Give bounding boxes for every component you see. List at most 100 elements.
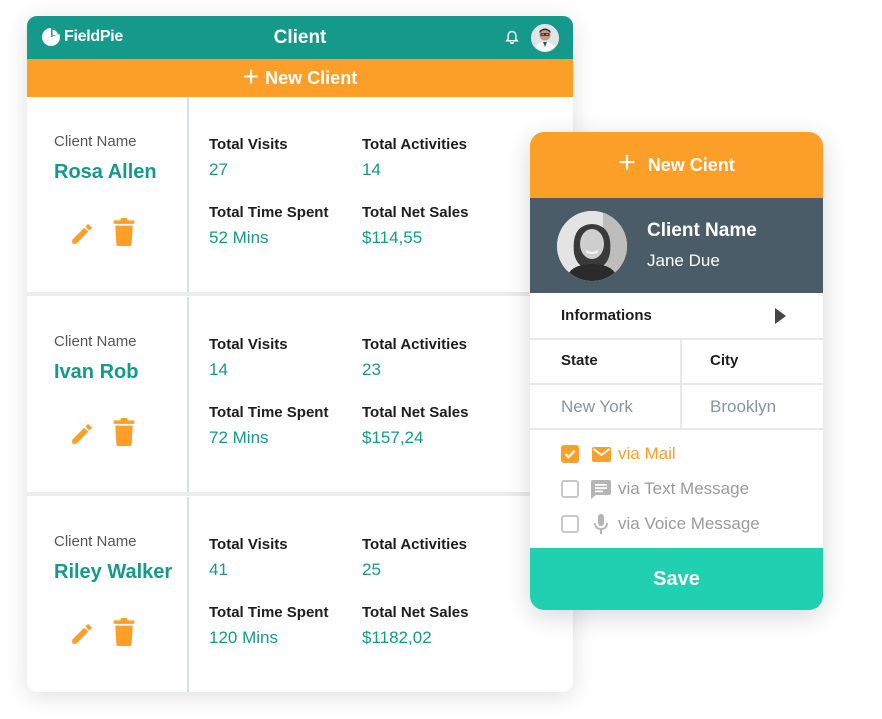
stat-value: 14: [362, 160, 381, 179]
contact-option-mail[interactable]: via Mail: [561, 444, 676, 464]
checkbox-unchecked[interactable]: [561, 515, 579, 533]
stat-total-net-sales: Total Net Sales $1182,02: [362, 604, 468, 648]
stat-value: 27: [209, 160, 228, 179]
profile-name: Jane Due: [647, 251, 720, 270]
client-identity: Client Name Rosa Allen: [27, 97, 187, 292]
stat-value: 41: [209, 560, 228, 579]
city-field[interactable]: Brooklyn: [680, 385, 823, 428]
pie-chart-icon: [42, 27, 60, 46]
stat-total-activities: Total Activities 25: [362, 536, 467, 580]
client-row[interactable]: Client Name Rosa Allen Total Visits 27 T…: [27, 97, 573, 292]
plus-icon: +: [618, 146, 636, 179]
stat-label: Total Net Sales: [362, 204, 469, 221]
stat-label: Total Time Spent: [209, 204, 329, 221]
stat-value: $114,55: [362, 228, 423, 247]
state-header: State: [530, 340, 680, 383]
contact-option-label: via Voice Message: [618, 514, 760, 533]
profile-label: Client Name: [647, 220, 757, 241]
stat-total-net-sales: Total Net Sales $114,55: [362, 204, 468, 248]
pencil-icon[interactable]: [69, 221, 95, 252]
stat-value: $1182,02: [362, 628, 432, 647]
stat-label: Total Activities: [362, 336, 468, 353]
pencil-icon[interactable]: [69, 421, 95, 452]
microphone-icon: [590, 514, 612, 534]
top-bar: FieldPie Client: [27, 16, 573, 59]
user-avatar[interactable]: [531, 24, 559, 52]
stat-total-net-sales: Total Net Sales $157,24: [362, 404, 468, 448]
state-field[interactable]: New York: [530, 385, 680, 428]
trash-icon[interactable]: [112, 418, 136, 451]
location-value-row: New York Brooklyn: [530, 385, 823, 430]
city-label: City: [710, 352, 739, 369]
contact-option-voice[interactable]: via Voice Message: [561, 514, 760, 534]
stat-value: 14: [209, 360, 228, 379]
mail-icon: [590, 444, 612, 464]
plus-icon: +: [242, 61, 260, 92]
card-header-title: New Cient: [647, 154, 735, 175]
stat-label: Total Visits: [209, 336, 288, 353]
stat-label: Total Time Spent: [209, 404, 329, 421]
client-row[interactable]: Client Name Riley Walker Total Visits 41…: [27, 497, 573, 692]
client-row[interactable]: Client Name Ivan Rob Total Visits 14 Tot…: [27, 297, 573, 492]
stat-value: 52 Mins: [209, 228, 269, 247]
new-client-card: + New Cient Client Name Jane Due Informa…: [530, 132, 823, 610]
save-button[interactable]: Save: [530, 548, 823, 610]
stat-label: Total Activities: [362, 536, 468, 553]
stat-value: 72 Mins: [209, 428, 269, 447]
new-client-label: New Client: [265, 67, 358, 88]
stat-label: Total Visits: [209, 536, 288, 553]
stat-total-time: Total Time Spent 52 Mins: [209, 204, 328, 248]
column-divider: [187, 97, 189, 292]
client-avatar[interactable]: [557, 211, 627, 281]
client-name[interactable]: Riley Walker: [54, 561, 172, 584]
state-value: New York: [561, 397, 633, 416]
pencil-icon[interactable]: [69, 621, 95, 652]
client-identity: Client Name Ivan Rob: [27, 297, 187, 492]
stat-total-time: Total Time Spent 72 Mins: [209, 404, 328, 448]
bell-icon[interactable]: [505, 30, 519, 50]
stat-label: Total Visits: [209, 136, 288, 153]
contact-option-label: via Text Message: [618, 479, 750, 498]
client-name[interactable]: Ivan Rob: [54, 361, 138, 384]
trash-icon[interactable]: [112, 218, 136, 251]
row-divider: [27, 492, 573, 496]
stat-total-activities: Total Activities 14: [362, 136, 467, 180]
column-divider: [187, 497, 189, 692]
stat-total-visits: Total Visits 41: [209, 536, 288, 580]
contact-option-text[interactable]: via Text Message: [561, 479, 749, 499]
client-name-label: Client Name: [54, 133, 137, 150]
stat-total-visits: Total Visits 14: [209, 336, 288, 380]
state-label: State: [561, 352, 598, 369]
location-header-row: State City: [530, 340, 823, 385]
stat-value: 120 Mins: [209, 628, 278, 647]
informations-row[interactable]: Informations: [530, 293, 823, 340]
city-header: City: [680, 340, 823, 383]
stat-label: Total Time Spent: [209, 604, 329, 621]
stat-value: 23: [362, 360, 381, 379]
chat-icon: [590, 479, 612, 499]
play-arrow-icon[interactable]: [775, 308, 786, 324]
stat-value: $157,24: [362, 428, 424, 447]
column-divider: [187, 297, 189, 492]
client-profile: Client Name Jane Due: [530, 198, 823, 293]
logo-text: FieldPie: [64, 28, 123, 45]
brand-logo[interactable]: FieldPie: [41, 27, 123, 47]
client-app-window: FieldPie Client + New Client Client Name…: [27, 16, 573, 692]
stat-total-visits: Total Visits 27: [209, 136, 288, 180]
informations-label: Informations: [561, 307, 652, 324]
card-header: + New Cient: [530, 132, 823, 198]
city-value: Brooklyn: [710, 397, 777, 416]
trash-icon[interactable]: [112, 618, 136, 651]
stat-total-time: Total Time Spent 120 Mins: [209, 604, 328, 648]
client-name[interactable]: Rosa Allen: [54, 161, 157, 184]
contact-preferences: via Mail via Text Message via Voice Mess…: [530, 430, 823, 546]
page-title: Client: [273, 26, 327, 48]
new-client-button[interactable]: + New Client: [27, 59, 573, 97]
checkbox-checked[interactable]: [561, 445, 579, 463]
checkbox-unchecked[interactable]: [561, 480, 579, 498]
stat-label: Total Net Sales: [362, 404, 469, 421]
stat-value: 25: [362, 560, 381, 579]
stat-label: Total Net Sales: [362, 604, 469, 621]
row-divider: [27, 292, 573, 296]
stat-total-activities: Total Activities 23: [362, 336, 467, 380]
